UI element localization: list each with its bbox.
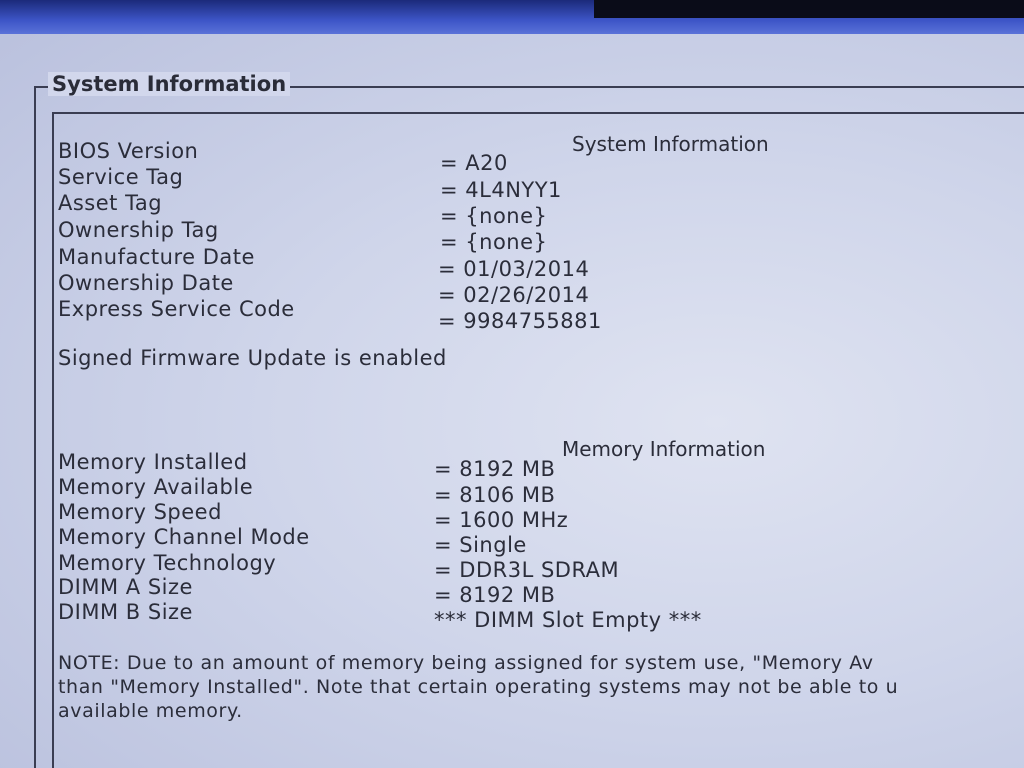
- memory-installed-value: = 8192 MB: [434, 457, 556, 481]
- manufacture-date-label: Manufacture Date: [58, 245, 255, 269]
- dimm-b-size-value: *** DIMM Slot Empty ***: [434, 608, 702, 632]
- memory-technology-label: Memory Technology: [58, 551, 277, 575]
- group-box-title: System Information: [48, 72, 291, 96]
- express-service-code-value: = 9984755881: [438, 309, 602, 333]
- memory-section-title: Memory Information: [562, 437, 766, 461]
- ownership-date-value: = 02/26/2014: [438, 283, 590, 307]
- bios-version-label: BIOS Version: [58, 139, 199, 163]
- system-section-title: System Information: [572, 132, 769, 156]
- dimm-b-size-label: DIMM B Size: [58, 600, 193, 624]
- dimm-a-size-value: = 8192 MB: [434, 583, 556, 607]
- dimm-a-size-label: DIMM A Size: [58, 575, 193, 599]
- bios-version-value: = A20: [440, 151, 508, 175]
- memory-channel-mode-value: = Single: [434, 533, 527, 557]
- memory-speed-value: = 1600 MHz: [434, 508, 569, 532]
- ownership-date-label: Ownership Date: [58, 271, 234, 295]
- express-service-code-label: Express Service Code: [58, 297, 295, 321]
- memory-installed-label: Memory Installed: [58, 450, 248, 474]
- memory-note-line: NOTE: Due to an amount of memory being a…: [58, 652, 874, 674]
- memory-technology-value: = DDR3L SDRAM: [434, 558, 620, 582]
- memory-available-label: Memory Available: [58, 475, 254, 499]
- memory-speed-label: Memory Speed: [58, 500, 222, 524]
- service-tag-label: Service Tag: [58, 165, 184, 189]
- bios-screen: System Information System Information BI…: [0, 0, 1024, 768]
- ownership-tag-label: Ownership Tag: [58, 218, 219, 242]
- memory-available-value: = 8106 MB: [434, 483, 556, 507]
- asset-tag-value: = {none}: [440, 204, 548, 228]
- title-bar: [0, 0, 1024, 34]
- memory-note-line: than "Memory Installed". Note that certa…: [58, 676, 899, 698]
- asset-tag-label: Asset Tag: [58, 191, 163, 215]
- memory-note-line: available memory.: [58, 700, 243, 722]
- manufacture-date-value: = 01/03/2014: [438, 257, 590, 281]
- service-tag-value: = 4L4NYY1: [440, 178, 562, 202]
- ownership-tag-value: = {none}: [440, 230, 548, 254]
- firmware-update-status: Signed Firmware Update is enabled: [58, 346, 447, 370]
- memory-channel-mode-label: Memory Channel Mode: [58, 525, 310, 549]
